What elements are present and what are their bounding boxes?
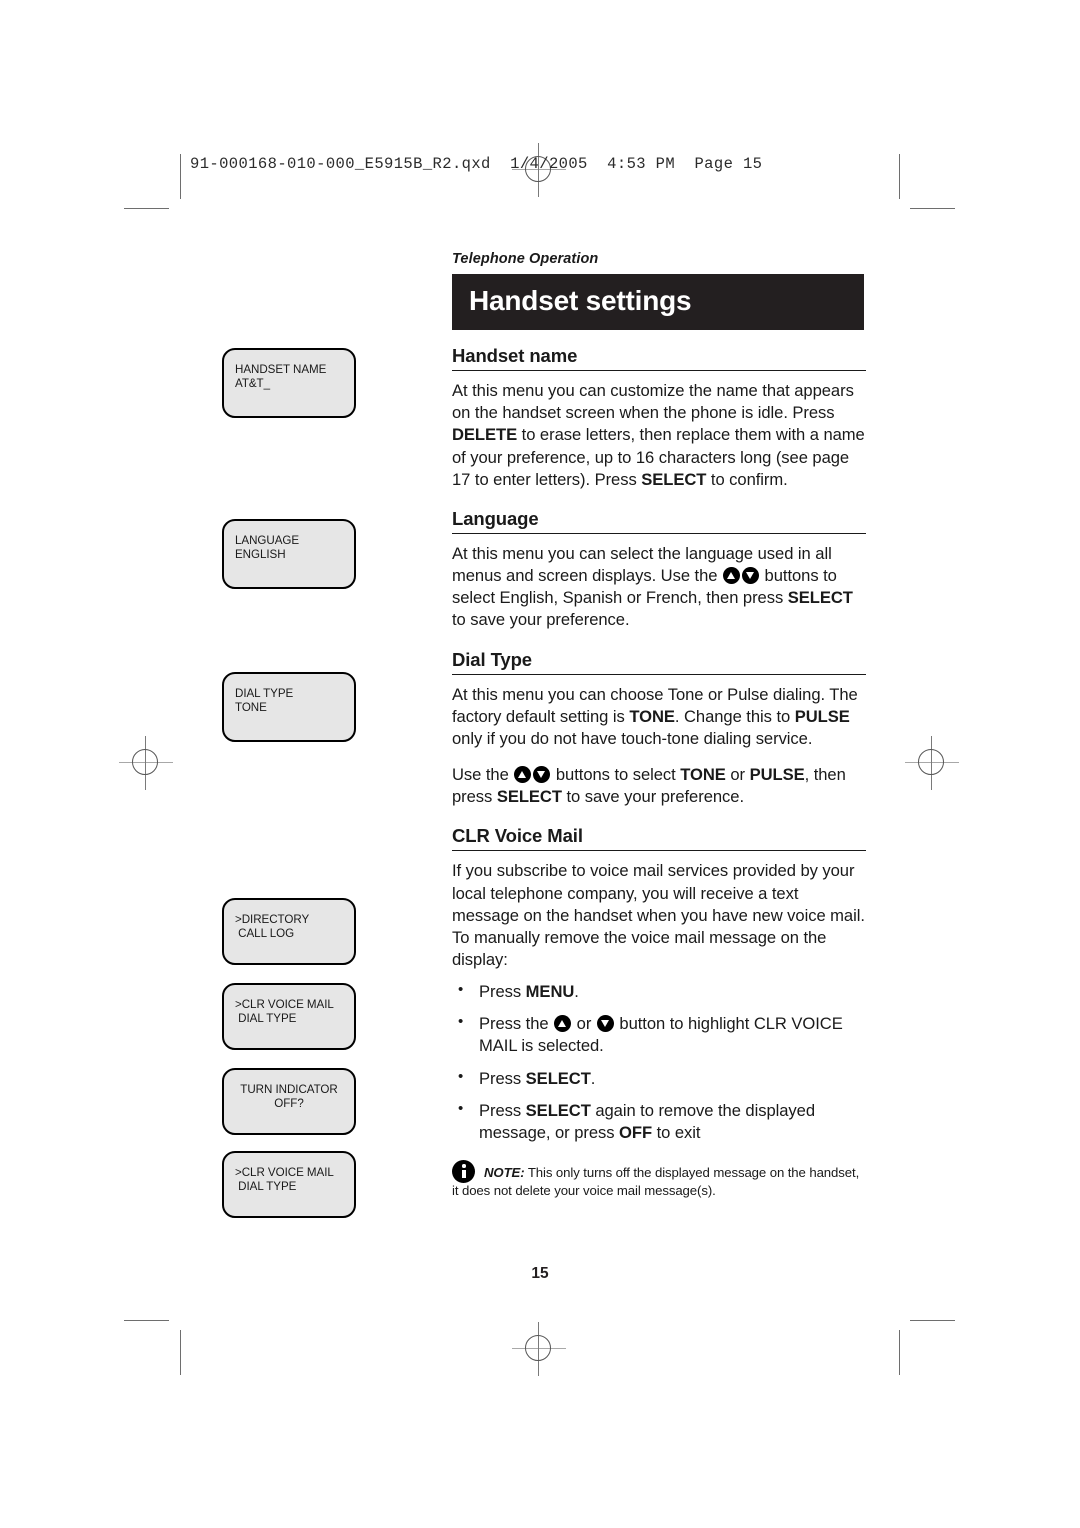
note-block: NOTE: This only turns off the displayed … xyxy=(452,1160,866,1200)
emphasized-key-label: SELECT xyxy=(525,1100,591,1120)
lcd-screen-clr-voice-mail-dial-type-1: >CLR VOICE MAIL DIAL TYPE xyxy=(222,983,356,1050)
section-heading: Handset name xyxy=(452,344,866,372)
instruction-list-item: Press SELECT. xyxy=(452,1067,866,1090)
lcd-screen-dial-type: DIAL TYPE TONE xyxy=(222,672,356,742)
lcd-screen-text: TURN INDICATOR OFF? xyxy=(240,1083,338,1111)
emphasized-key-label: SELECT xyxy=(787,588,853,608)
section-clr-voice-mail: CLR Voice Mail If you subscribe to voice … xyxy=(452,824,866,1200)
lcd-screen-language: LANGUAGE ENGLISH xyxy=(222,519,356,589)
body-paragraph: At this menu you can select the language… xyxy=(452,543,853,630)
body-text-column: Handset name At this menu you can customi… xyxy=(452,344,866,1213)
emphasized-key-label: DELETE xyxy=(452,425,518,445)
body-paragraph: At this menu you can customize the name … xyxy=(452,381,865,489)
info-icon xyxy=(452,1160,475,1184)
emphasized-key-label: MENU xyxy=(525,982,575,1002)
body-paragraph: If you subscribe to voice mail services … xyxy=(452,861,865,970)
running-head: Telephone Operation xyxy=(452,251,599,267)
lcd-screen-turn-indicator-off: TURN INDICATOR OFF? xyxy=(222,1068,356,1135)
lcd-screen-text: HANDSET NAME AT&T_ xyxy=(235,363,327,391)
arrow-down-button-icon xyxy=(596,1015,614,1033)
body-paragraph: At this menu you can choose Tone or Puls… xyxy=(452,684,858,748)
lcd-screen-directory-call-log: >DIRECTORY CALL LOG xyxy=(222,898,356,965)
section-heading: Language xyxy=(452,507,866,534)
emphasized-key-label: SELECT xyxy=(641,469,707,489)
arrow-up-button-icon xyxy=(514,766,532,784)
lcd-screen-text: >DIRECTORY CALL LOG xyxy=(235,913,310,941)
lcd-screen-text: DIAL TYPE TONE xyxy=(235,687,294,715)
manual-page: Telephone Operation Handset settings HAN… xyxy=(0,0,1080,1528)
section-language: Language At this menu you can select the … xyxy=(452,507,866,632)
instruction-list-item: Press MENU. xyxy=(452,980,866,1003)
lcd-screen-text: LANGUAGE ENGLISH xyxy=(235,534,300,562)
emphasized-key-label: TONE xyxy=(629,706,675,726)
instruction-list: Press MENU. Press the or button to highli… xyxy=(452,980,866,1144)
arrow-up-button-icon xyxy=(554,1015,572,1033)
emphasized-key-label: PULSE xyxy=(794,706,850,726)
lcd-screen-clr-voice-mail-dial-type-2: >CLR VOICE MAIL DIAL TYPE xyxy=(222,1151,356,1218)
lcd-screen-handset-name: HANDSET NAME AT&T_ xyxy=(222,348,356,418)
emphasized-key-label: SELECT xyxy=(525,1068,591,1088)
arrow-up-button-icon xyxy=(723,567,740,585)
page-title: Handset settings xyxy=(469,285,692,316)
page-number: 15 xyxy=(531,1265,549,1282)
arrow-down-button-icon xyxy=(533,766,551,784)
section-heading: CLR Voice Mail xyxy=(452,824,866,852)
arrow-down-button-icon xyxy=(742,567,759,585)
section-dial-type: Dial Type At this menu you can choose Ton… xyxy=(452,648,866,809)
instruction-list-item: Press the or button to highlight CLR VOI… xyxy=(452,1012,866,1057)
emphasized-key-label: SELECT xyxy=(496,787,562,807)
emphasized-key-label: TONE xyxy=(680,765,726,785)
note-label: NOTE: xyxy=(484,1165,525,1181)
emphasized-key-label: OFF xyxy=(619,1122,653,1142)
section-heading: Dial Type xyxy=(452,648,866,675)
lcd-screen-text: >CLR VOICE MAIL DIAL TYPE xyxy=(235,998,334,1026)
lcd-screen-text: >CLR VOICE MAIL DIAL TYPE xyxy=(235,1166,334,1194)
emphasized-key-label: PULSE xyxy=(749,765,805,785)
section-handset-name: Handset name At this menu you can customi… xyxy=(452,344,866,491)
instruction-list-item: Press SELECT again to remove the display… xyxy=(452,1099,866,1144)
body-paragraph: Use the buttons to select TONE or PULSE,… xyxy=(452,765,846,807)
page-title-bar: Handset settings xyxy=(452,274,864,330)
